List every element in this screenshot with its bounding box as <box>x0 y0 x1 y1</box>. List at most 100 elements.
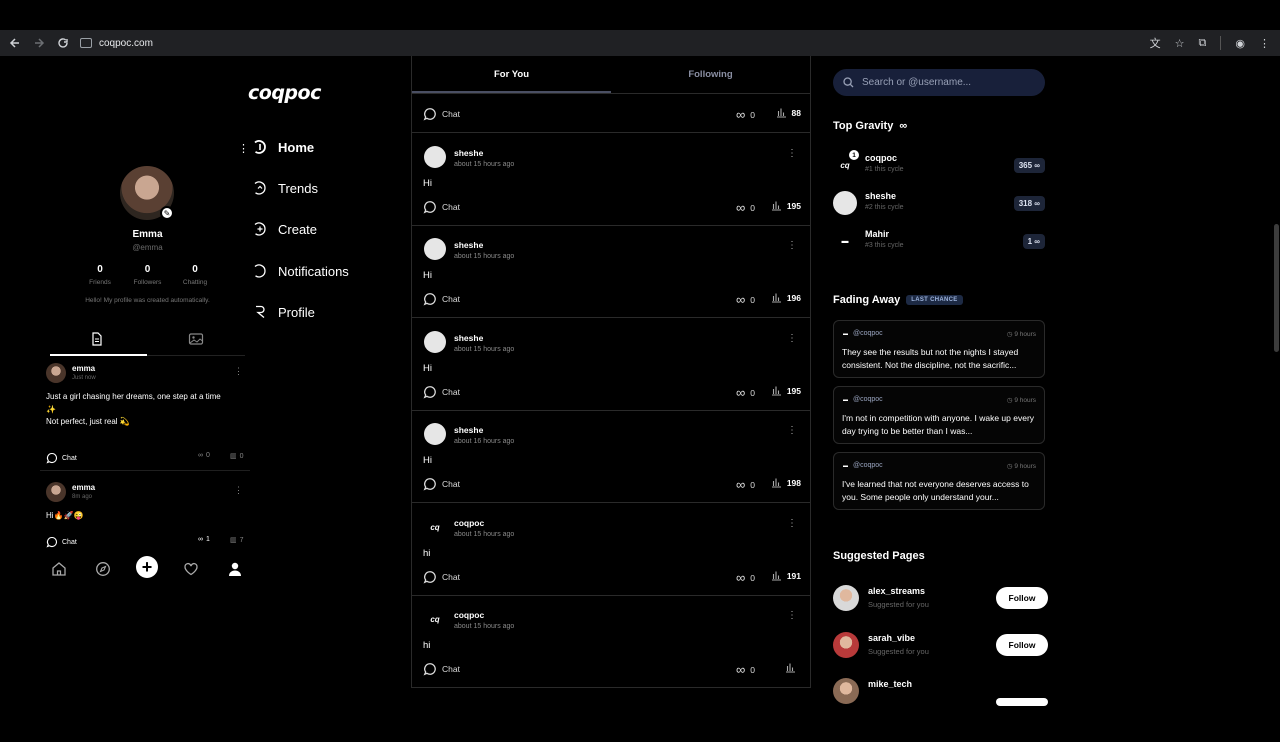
media-tab-icon[interactable] <box>188 332 204 346</box>
feed-post[interactable]: cq coqpoc about 15 hours ago ⋮ hi Chat ∞ 0 <box>412 596 810 688</box>
back-icon[interactable] <box>3 31 27 55</box>
nav-home[interactable]: Home <box>252 136 314 158</box>
chat-button[interactable]: Chat <box>423 200 460 214</box>
suggested-page-row[interactable]: mike_tech <box>833 676 1048 706</box>
chat-button[interactable]: Chat <box>423 662 460 676</box>
avatar[interactable] <box>424 238 446 260</box>
more-options-icon[interactable]: ⋮ <box>787 518 797 529</box>
heart-icon[interactable] <box>182 560 200 578</box>
nav-trends[interactable]: Trends <box>252 177 318 199</box>
chat-button[interactable]: Chat <box>423 570 460 584</box>
avatar[interactable] <box>424 423 446 445</box>
avatar[interactable] <box>424 331 446 353</box>
avatar[interactable]: cq <box>424 516 446 538</box>
follow-button[interactable] <box>996 698 1048 706</box>
edit-avatar-icon[interactable]: ✎ <box>160 206 174 220</box>
avatar[interactable]: ▬ <box>833 229 857 253</box>
more-options-icon[interactable]: ⋮ <box>787 240 797 251</box>
address-bar[interactable]: coqpoc.com <box>80 33 1130 53</box>
more-options-icon[interactable]: ⋮ <box>787 333 797 344</box>
browser-menu-icon[interactable]: ⋮ <box>1259 37 1270 50</box>
search-input[interactable]: Search or @username... <box>833 69 1045 96</box>
suggested-name[interactable]: sarah_vibe <box>868 633 915 643</box>
link-count[interactable]: ∞ 0 <box>736 477 755 492</box>
post-author[interactable]: coqpoc <box>454 610 484 620</box>
avatar[interactable] <box>46 482 66 502</box>
extensions-icon[interactable]: ⧉ <box>1199 37 1207 50</box>
chat-button[interactable]: Chat <box>423 292 460 306</box>
suggested-page-row[interactable]: sarah_vibe Suggested for you Follow <box>833 630 1048 660</box>
nav-notifications[interactable]: Notifications <box>252 260 349 282</box>
post-author[interactable]: sheshe <box>454 240 483 250</box>
gravity-row[interactable]: cq 1 coqpoc #1 this cycle 365 ∞ <box>833 150 1045 180</box>
chat-button[interactable]: Chat <box>423 477 460 491</box>
stat-friends[interactable]: 0 Friends <box>80 264 120 286</box>
more-menu-icon[interactable]: ⋮ <box>238 142 249 155</box>
post-author[interactable]: sheshe <box>454 148 483 158</box>
link-count[interactable]: ∞ 0 <box>736 107 755 122</box>
follow-button[interactable]: Follow <box>996 634 1048 656</box>
chat-button[interactable]: Chat <box>46 536 77 548</box>
fading-post-card[interactable]: ▬ @coqpoc ◷ 9 hours I've learned that not e… <box>833 452 1045 510</box>
avatar[interactable] <box>833 678 859 704</box>
account-icon[interactable]: ◉ <box>1235 37 1245 50</box>
feed-post[interactable]: cq coqpoc about 15 hours ago ⋮ hi Chat ∞ 0 191 <box>412 504 810 596</box>
follow-button[interactable]: Follow <box>996 587 1048 609</box>
nav-create[interactable]: Create <box>252 218 317 240</box>
chat-button[interactable]: Chat <box>423 107 460 121</box>
stat-followers[interactable]: 0 Followers <box>128 264 168 286</box>
gravity-row[interactable]: ▬ Mahir #3 this cycle 1 ∞ <box>833 226 1045 256</box>
chat-button[interactable]: Chat <box>46 452 77 464</box>
site-settings-icon[interactable] <box>80 38 92 48</box>
tab-following[interactable]: Following <box>611 69 810 80</box>
profile-post[interactable]: emma 8m ago ⋮ Hi🔥🚀😜 Chat ∞ 1 ▥ 7 <box>46 482 251 552</box>
avatar[interactable]: cq <box>424 608 446 630</box>
link-count[interactable]: ∞ 0 <box>736 662 755 677</box>
card-author[interactable]: ▬ @coqpoc <box>843 462 883 469</box>
chat-button[interactable]: Chat <box>423 385 460 399</box>
avatar[interactable] <box>833 191 857 215</box>
suggested-page-row[interactable]: alex_streams Suggested for you Follow <box>833 583 1048 613</box>
fading-post-card[interactable]: ▬ @coqpoc ◷ 9 hours I'm not in competition … <box>833 386 1045 444</box>
card-author[interactable]: ▬ @coqpoc <box>843 396 883 403</box>
link-count[interactable]: ∞ 0 <box>198 452 210 459</box>
link-count[interactable]: ∞ 0 <box>736 200 755 215</box>
link-count[interactable]: ∞ 0 <box>736 385 755 400</box>
feed-post[interactable]: sheshe about 15 hours ago ⋮ Hi Chat ∞ 0 196 <box>412 226 810 318</box>
link-count[interactable]: ∞ 0 <box>736 292 755 307</box>
avatar[interactable] <box>46 363 66 383</box>
avatar[interactable] <box>424 146 446 168</box>
post-author[interactable]: coqpoc <box>454 518 484 528</box>
gravity-name[interactable]: Mahir <box>865 229 889 239</box>
forward-icon[interactable] <box>27 31 51 55</box>
gravity-row[interactable]: sheshe #2 this cycle 318 ∞ <box>833 188 1045 218</box>
avatar[interactable] <box>833 585 859 611</box>
tab-for-you[interactable]: For You <box>412 69 611 80</box>
post-author[interactable]: emma <box>72 364 95 373</box>
link-count[interactable]: ∞ 0 <box>736 570 755 585</box>
bookmark-star-icon[interactable]: ☆ <box>1175 37 1185 50</box>
translate-icon[interactable]: 文 <box>1150 35 1161 51</box>
fading-post-card[interactable]: ▬ @coqpoc ◷ 9 hours They see the results bu… <box>833 320 1045 378</box>
more-options-icon[interactable]: ⋮ <box>787 425 797 436</box>
post-author[interactable]: sheshe <box>454 425 483 435</box>
feed-post[interactable]: sheshe about 15 hours ago ⋮ Hi Chat ∞ 0 195 <box>412 319 810 411</box>
reload-icon[interactable] <box>51 31 75 55</box>
nav-profile[interactable]: Profile <box>252 301 315 323</box>
create-post-button[interactable]: + <box>136 556 158 578</box>
feed-post[interactable]: sheshe about 15 hours ago ⋮ Hi Chat ∞ 0 195 <box>412 134 810 226</box>
scrollbar-thumb[interactable] <box>1274 224 1279 352</box>
suggested-name[interactable]: mike_tech <box>868 679 912 689</box>
more-options-icon[interactable]: ⋮ <box>787 148 797 159</box>
suggested-name[interactable]: alex_streams <box>868 586 925 596</box>
posts-tab-icon[interactable] <box>91 332 105 346</box>
profile-post[interactable]: emma Just now ⋮ Just a girl chasing her … <box>46 363 251 464</box>
home-icon[interactable] <box>50 560 68 578</box>
feed-post[interactable]: sheshe about 16 hours ago ⋮ Hi Chat ∞ 0 198 <box>412 411 810 503</box>
link-count[interactable]: ∞ 1 <box>198 536 210 543</box>
gravity-name[interactable]: sheshe <box>865 191 896 201</box>
gravity-name[interactable]: coqpoc <box>865 153 897 163</box>
card-author[interactable]: ▬ @coqpoc <box>843 330 883 337</box>
post-author[interactable]: sheshe <box>454 333 483 343</box>
explore-icon[interactable] <box>94 560 112 578</box>
